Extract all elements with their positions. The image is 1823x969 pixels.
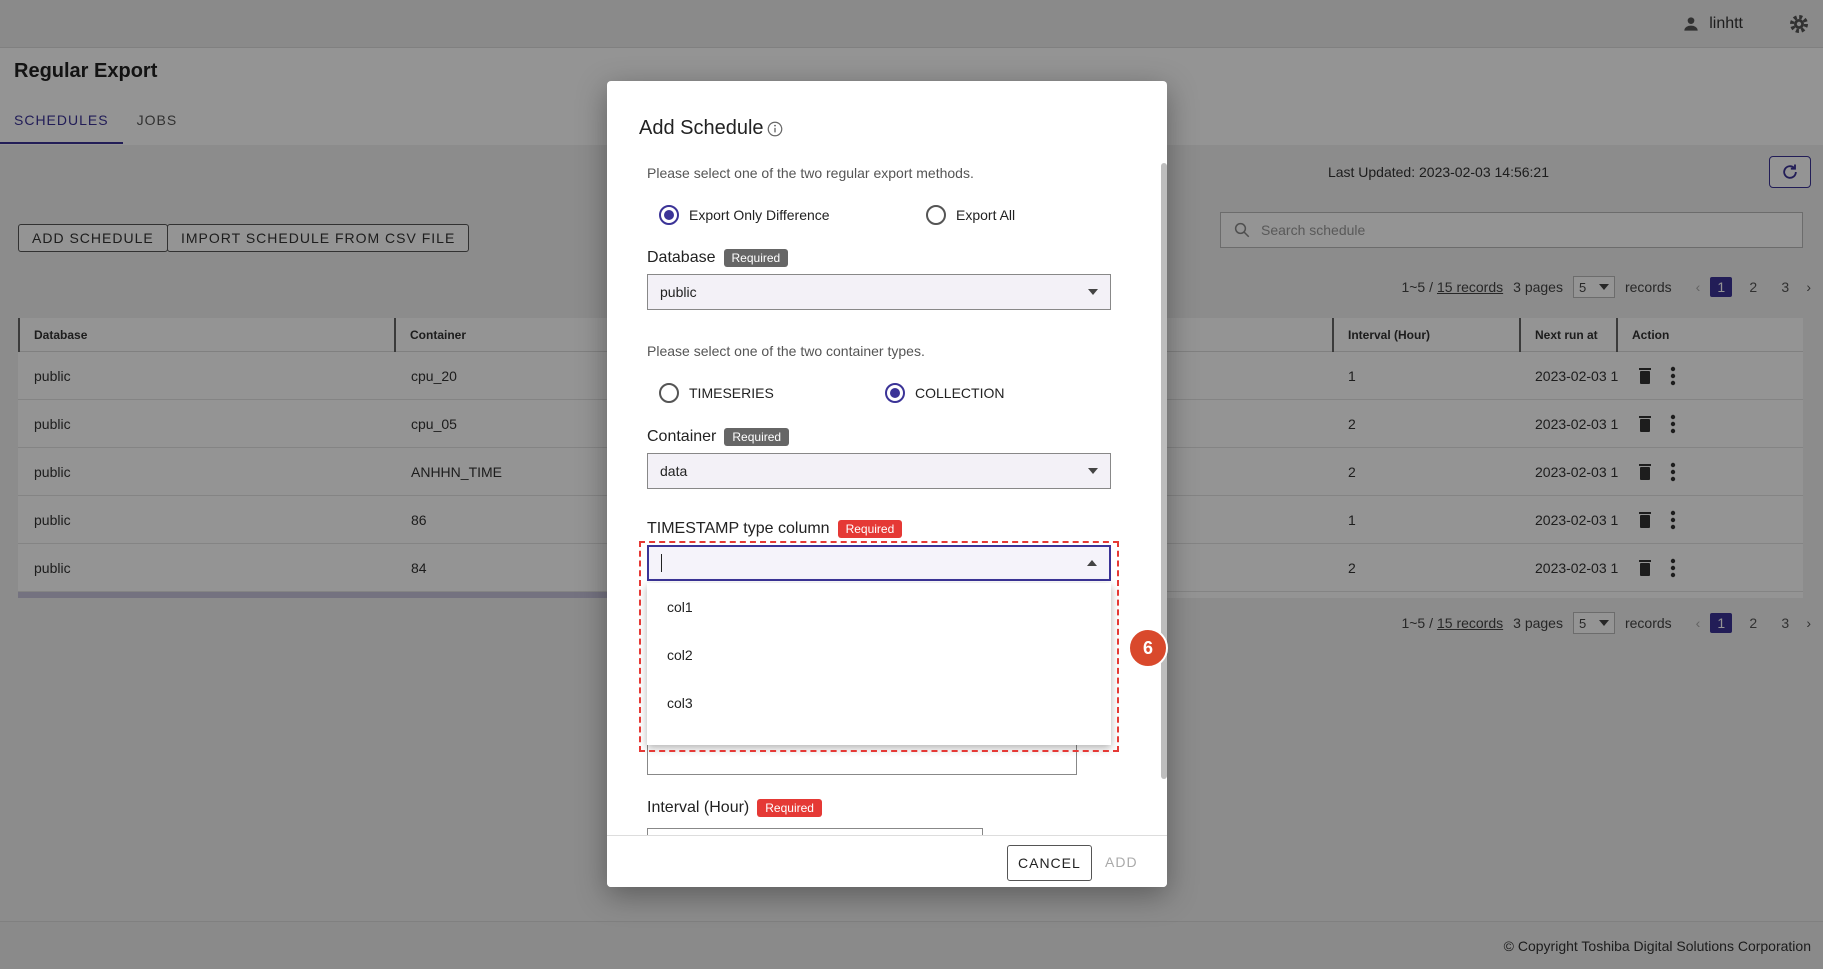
container-select[interactable]: data	[647, 453, 1111, 489]
radio-export-only-difference[interactable]: Export Only Difference	[659, 205, 830, 225]
radio-button[interactable]	[885, 383, 905, 403]
add-button[interactable]: ADD	[1105, 854, 1138, 870]
highlight-box	[639, 541, 1119, 752]
radio-timeseries[interactable]: TIMESERIES	[659, 383, 774, 403]
required-badge: Required	[724, 428, 790, 446]
export-method-hint: Please select one of the two regular exp…	[647, 165, 974, 181]
dialog-scrollbar[interactable]	[1161, 163, 1167, 779]
radio-collection[interactable]: COLLECTION	[885, 383, 1004, 403]
database-label: Database Required	[647, 249, 789, 267]
chevron-down-icon	[1088, 468, 1098, 474]
required-badge: Required	[757, 799, 822, 817]
container-type-hint: Please select one of the two container t…	[647, 343, 925, 359]
interval-label: Interval (Hour) Required	[647, 799, 822, 817]
radio-button[interactable]	[659, 205, 679, 225]
dialog-footer: CANCEL ADD	[607, 835, 1167, 887]
required-badge: Required	[837, 520, 903, 538]
timestamp-column-label: TIMESTAMP type column Required	[647, 520, 903, 538]
chevron-down-icon	[1088, 289, 1098, 295]
info-icon[interactable]	[766, 120, 784, 138]
add-schedule-dialog: Add Schedule Please select one of the tw…	[607, 81, 1167, 887]
radio-export-all[interactable]: Export All	[926, 205, 1015, 225]
dialog-title: Add Schedule	[639, 117, 784, 140]
step-marker: 6	[1128, 628, 1168, 668]
database-select[interactable]: public	[647, 274, 1111, 310]
cancel-button[interactable]: CANCEL	[1007, 845, 1092, 881]
required-badge: Required	[723, 249, 789, 267]
radio-button[interactable]	[926, 205, 946, 225]
radio-button[interactable]	[659, 383, 679, 403]
container-label: Container Required	[647, 428, 790, 446]
